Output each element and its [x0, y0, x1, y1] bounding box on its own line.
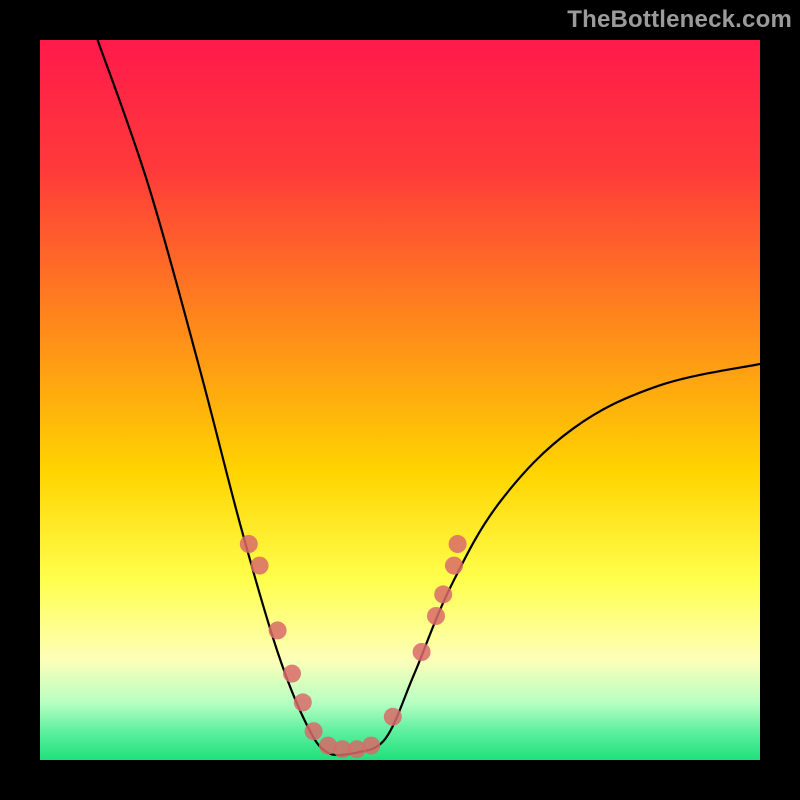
- data-point: [294, 693, 312, 711]
- data-point: [283, 665, 301, 683]
- data-point: [384, 708, 402, 726]
- chart-frame: [40, 40, 760, 760]
- gradient-background: [40, 40, 760, 760]
- watermark-text: TheBottleneck.com: [567, 6, 792, 34]
- data-point: [240, 535, 258, 553]
- data-point: [251, 557, 269, 575]
- data-point: [449, 535, 467, 553]
- bottleneck-chart: [40, 40, 760, 760]
- data-point: [445, 557, 463, 575]
- data-point: [362, 737, 380, 755]
- data-point: [305, 722, 323, 740]
- data-point: [427, 607, 445, 625]
- data-point: [434, 585, 452, 603]
- data-point: [269, 621, 287, 639]
- data-point: [413, 643, 431, 661]
